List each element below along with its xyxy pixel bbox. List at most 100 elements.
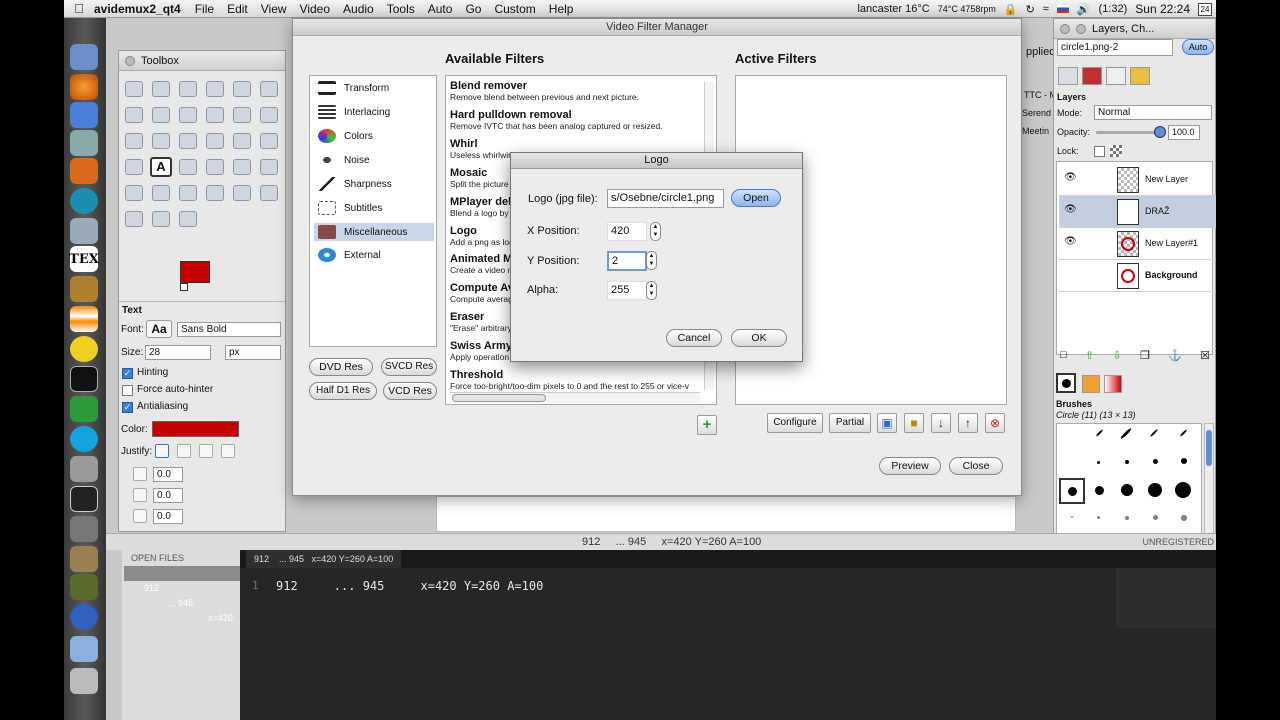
category-miscellaneous[interactable]: Miscellaneous <box>314 223 434 241</box>
category-sharpness[interactable]: Sharpness <box>314 175 434 193</box>
wand-tool[interactable] <box>206 81 224 97</box>
mode-select[interactable]: Normal <box>1094 105 1212 120</box>
brush-thumbnail[interactable] <box>1097 461 1100 464</box>
font-preview-button[interactable]: Aa <box>146 320 172 338</box>
preview-button[interactable]: Preview <box>879 457 941 475</box>
text-tool[interactable]: A <box>150 157 172 177</box>
line-spacing-input[interactable]: 0.0 <box>153 488 183 503</box>
save-icon[interactable]: ■ <box>904 413 924 433</box>
vlc-icon[interactable] <box>70 306 98 332</box>
app-icon[interactable] <box>70 188 98 214</box>
move-down-icon[interactable]: ↓ <box>931 413 951 433</box>
minimize-dot[interactable] <box>1076 23 1086 34</box>
trash-icon[interactable] <box>70 668 98 694</box>
open-folder-icon[interactable]: ▣ <box>877 413 897 433</box>
move-tool[interactable] <box>260 107 278 123</box>
close-button[interactable]: Close <box>949 457 1003 475</box>
patterns-tab-icon[interactable] <box>1082 375 1100 393</box>
brush-thumbnail[interactable] <box>1071 516 1073 518</box>
app-icon[interactable] <box>70 130 98 156</box>
ok-button[interactable]: OK <box>731 329 787 347</box>
app-icon[interactable] <box>70 604 98 630</box>
app-icon[interactable] <box>70 276 98 302</box>
eye-icon[interactable]: 👁 <box>1064 236 1077 247</box>
gradients-tab-icon[interactable] <box>1104 375 1122 393</box>
close-dot[interactable] <box>1060 23 1070 34</box>
duplicate-layer-icon[interactable]: ❐ <box>1140 349 1150 363</box>
fg-color-swatch[interactable] <box>180 261 210 283</box>
cpu-status[interactable]: 74°C 4758rpm <box>938 4 996 14</box>
open-file-item[interactable]: 912 ... 945 x=420 <box>124 566 240 623</box>
x-position-input[interactable]: 420 <box>607 222 647 241</box>
eraser-tool[interactable] <box>125 185 143 201</box>
weather-status[interactable]: lancaster 16°C <box>857 3 929 15</box>
x-position-stepper[interactable]: ▲ ▼ <box>650 222 661 241</box>
menu-help[interactable]: Help <box>549 2 574 16</box>
brush-thumbnail[interactable] <box>1179 429 1188 437</box>
rotate-tool[interactable] <box>179 133 197 149</box>
perspective-clone-tool[interactable] <box>260 185 278 201</box>
brush-thumbnail[interactable] <box>1125 460 1129 464</box>
autohinter-checkbox[interactable] <box>122 385 133 396</box>
firefox-icon[interactable] <box>70 74 98 100</box>
image-select[interactable]: circle1.png-2 <box>1057 39 1173 56</box>
horizontal-scrollbar[interactable] <box>450 392 700 403</box>
clone-tool[interactable] <box>206 185 224 201</box>
app-icon[interactable] <box>70 396 98 422</box>
category-transform[interactable]: Transform <box>314 79 434 97</box>
opacity-slider[interactable] <box>1096 126 1166 138</box>
size-input[interactable]: 28 <box>145 345 211 360</box>
cancel-button[interactable]: Cancel <box>666 329 722 347</box>
justify-center-button[interactable] <box>199 444 213 458</box>
lock-alpha-icon[interactable] <box>1110 145 1122 157</box>
scrollbar-thumb[interactable] <box>452 394 546 402</box>
brush-thumbnail[interactable] <box>1153 459 1158 464</box>
brush-thumbnail[interactable] <box>1125 516 1129 520</box>
menu-tools[interactable]: Tools <box>387 2 415 16</box>
opacity-input[interactable]: 100.0 <box>1168 125 1200 140</box>
editor-tab[interactable]: 912 ... 945 x=420 Y=260 A=100 <box>246 550 402 568</box>
anchor-layer-icon[interactable]: ⚓ <box>1168 349 1182 363</box>
app-icon[interactable] <box>70 574 98 600</box>
menu-custom[interactable]: Custom <box>494 2 535 16</box>
app-icon[interactable] <box>70 218 98 244</box>
app-name-menu[interactable]: avidemux2_qt4 <box>94 2 181 16</box>
hinting-checkbox[interactable]: ✓ <box>122 368 133 379</box>
ellipse-select-tool[interactable] <box>152 81 170 97</box>
fg-select-tool[interactable] <box>125 107 143 123</box>
y-position-stepper[interactable]: ▲ ▼ <box>646 251 657 270</box>
folder-icon[interactable] <box>70 636 98 662</box>
menu-audio[interactable]: Audio <box>343 2 374 16</box>
menu-video[interactable]: Video <box>300 2 330 16</box>
undo-tab-icon[interactable] <box>1130 67 1150 85</box>
justify-left-button[interactable] <box>155 444 169 458</box>
perspective-tool[interactable] <box>260 133 278 149</box>
menu-auto[interactable]: Auto <box>428 2 453 16</box>
brush-thumbnail[interactable] <box>1095 486 1104 495</box>
clock[interactable]: Sun 22:24 <box>1135 2 1190 16</box>
paths-tool[interactable] <box>152 107 170 123</box>
menu-view[interactable]: View <box>261 2 287 16</box>
filter-item[interactable]: Blend remover Remove blend between previo… <box>450 80 712 102</box>
smudge-tool[interactable] <box>152 211 170 227</box>
dvd-res-button[interactable]: DVD Res <box>309 358 373 376</box>
default-colors-icon[interactable] <box>180 283 188 291</box>
opacity-slider-thumb[interactable] <box>1154 126 1166 138</box>
add-filter-button[interactable]: + <box>697 415 717 435</box>
color-select-tool[interactable] <box>233 81 251 97</box>
blur-tool[interactable] <box>125 211 143 227</box>
lasso-tool[interactable] <box>179 81 197 97</box>
half-d1-res-button[interactable]: Half D1 Res <box>309 382 377 400</box>
brush-grid[interactable] <box>1056 423 1202 535</box>
svcd-res-button[interactable]: SVCD Res <box>381 358 437 376</box>
indent-input[interactable]: 0.0 <box>153 467 183 482</box>
configure-button[interactable]: Configure <box>767 413 823 433</box>
raise-layer-icon[interactable]: ⇧ <box>1085 349 1094 363</box>
heal-tool[interactable] <box>233 185 251 201</box>
scissors-tool[interactable] <box>260 81 278 97</box>
category-noise[interactable]: Noise <box>314 151 434 169</box>
new-layer-icon[interactable]: □ <box>1060 349 1067 363</box>
alpha-input[interactable]: 255 <box>607 281 647 300</box>
letter-spacing-input[interactable]: 0.0 <box>153 509 183 524</box>
zoom-tool[interactable] <box>206 107 224 123</box>
